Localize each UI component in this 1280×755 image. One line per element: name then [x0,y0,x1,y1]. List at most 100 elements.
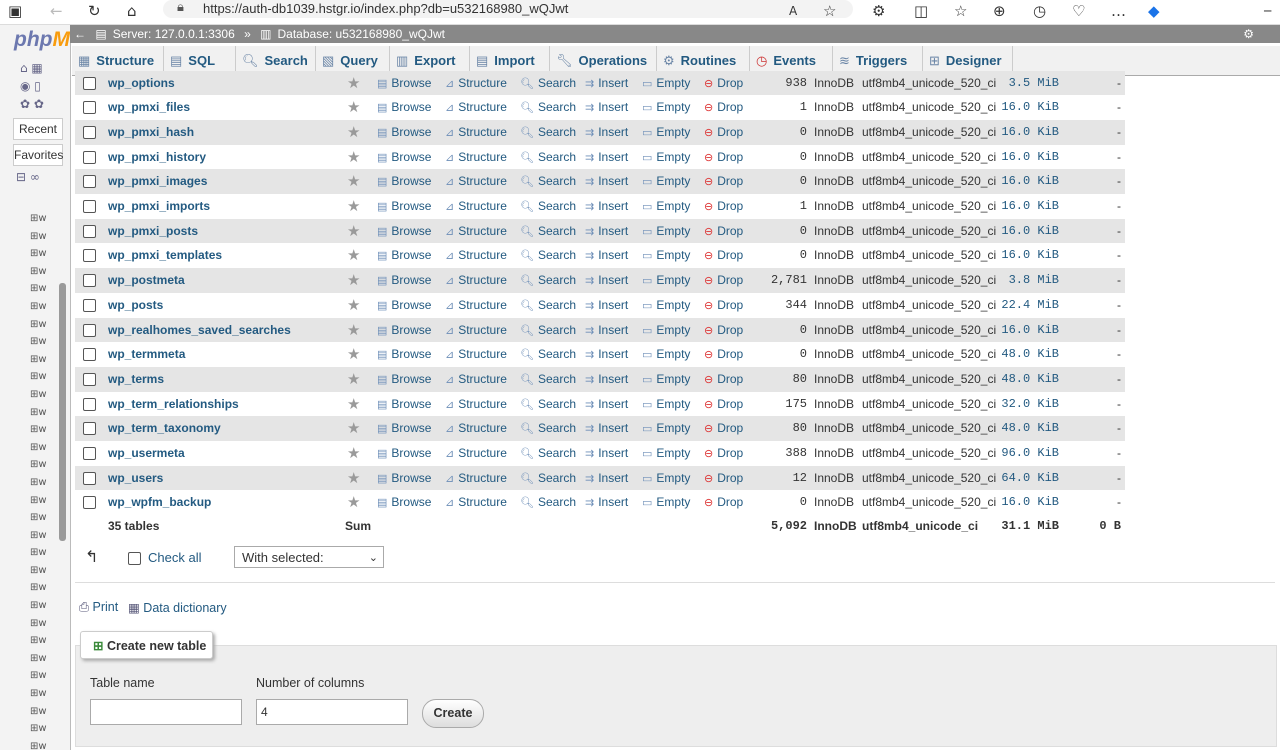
favorite-star-icon[interactable]: ★ [347,123,360,141]
collation[interactable]: utf8mb4_unicode_520_ci [862,372,996,386]
structure-action[interactable]: ⊿ Structure [445,76,507,90]
favorite-star-icon[interactable]: ★ [347,493,360,511]
insert-action[interactable]: ⇉ Insert [585,199,628,213]
favorite-star-icon[interactable]: ★ [347,345,360,363]
insert-action[interactable]: ⇉ Insert [585,248,628,262]
minimize-icon[interactable]: ─ [1264,2,1271,20]
table-size[interactable]: 16.0 KiB [1001,125,1059,139]
empty-action[interactable]: ▭ Empty [642,446,690,460]
empty-action[interactable]: ▭ Empty [642,372,690,386]
search-action[interactable]: 🔍︎ Search [520,100,576,114]
collapse-arrow-icon[interactable]: ← [74,27,86,41]
drop-action[interactable]: ⊖ Drop [704,100,743,114]
search-action[interactable]: 🔍︎ Search [520,125,576,139]
tree-item[interactable]: ⊞w [30,544,58,562]
drop-action[interactable]: ⊖ Drop [704,224,743,238]
row-checkbox[interactable] [83,150,96,164]
row-checkbox[interactable] [83,496,96,510]
table-name-input[interactable] [90,699,242,725]
favorite-star-icon[interactable]: ★ [347,246,360,264]
table-name-link[interactable]: wp_usermeta [108,446,185,460]
structure-action[interactable]: ⊿ Structure [445,421,507,435]
insert-action[interactable]: ⇉ Insert [585,76,628,90]
tree-item[interactable]: ⊞w [30,703,58,721]
browser-essentials-icon[interactable]: ♡ [1072,2,1085,20]
structure-action[interactable]: ⊿ Structure [445,446,507,460]
search-action[interactable]: 🔍︎ Search [520,323,576,337]
row-checkbox[interactable] [83,175,96,189]
collation[interactable]: utf8mb4_unicode_520_ci [862,174,996,188]
tree-item[interactable]: ⊞w [30,280,58,298]
search-action[interactable]: 🔍︎ Search [520,495,576,509]
table-size[interactable]: 16.0 KiB [1001,174,1059,188]
nav-scrollbar[interactable] [59,283,66,541]
row-checkbox[interactable] [83,249,96,263]
table-size[interactable]: 22.4 MiB [1001,298,1059,312]
tree-item[interactable]: ⊞w [30,562,58,580]
table-size[interactable]: 48.0 KiB [1001,421,1059,435]
browse-action[interactable]: ▤ Browse [377,174,431,188]
favorite-star-icon[interactable]: ★ [347,444,360,462]
collation[interactable]: utf8mb4_unicode_520_ci [862,421,996,435]
collation[interactable]: utf8mb4_unicode_520_ci [862,199,996,213]
structure-action[interactable]: ⊿ Structure [445,174,507,188]
structure-action[interactable]: ⊿ Structure [445,224,507,238]
tree-item[interactable]: ⊞w [30,351,58,369]
row-checkbox[interactable] [83,372,96,386]
insert-action[interactable]: ⇉ Insert [585,323,628,337]
collation[interactable]: utf8mb4_unicode_520_ci [862,76,996,90]
tree-item[interactable]: ⊞w [30,509,58,527]
table-size[interactable]: 16.0 KiB [1001,248,1059,262]
tree-item[interactable]: ⊞w [30,667,58,685]
favorite-star-icon[interactable]: ★ [347,321,360,339]
tree-item[interactable]: ⊞w [30,368,58,386]
insert-action[interactable]: ⇉ Insert [585,471,628,485]
browse-action[interactable]: ▤ Browse [377,372,431,386]
structure-action[interactable]: ⊿ Structure [445,273,507,287]
data-dictionary-link[interactable]: ▦ Data dictionary [128,600,227,615]
search-action[interactable]: 🔍︎ Search [520,446,576,460]
search-action[interactable]: 🔍︎ Search [520,347,576,361]
tree-item[interactable]: ⊞w [30,263,58,281]
row-checkbox[interactable] [83,274,96,288]
row-checkbox[interactable] [83,397,96,411]
print-link[interactable]: ⎙ Print [79,600,118,615]
collation[interactable]: utf8mb4_unicode_520_ci [862,100,996,114]
collation[interactable]: utf8mb4_unicode_520_ci [862,224,996,238]
search-action[interactable]: 🔍︎ Search [520,224,576,238]
empty-action[interactable]: ▭ Empty [642,150,690,164]
tree-item[interactable]: ⊞w [30,492,58,510]
table-size[interactable]: 16.0 KiB [1001,100,1059,114]
drop-action[interactable]: ⊖ Drop [704,298,743,312]
collation[interactable]: utf8mb4_unicode_520_ci [862,298,996,312]
browse-action[interactable]: ▤ Browse [377,248,431,262]
drop-action[interactable]: ⊖ Drop [704,323,743,337]
tree-item[interactable]: ⊞w [30,597,58,615]
phpmyadmin-logo[interactable]: phpM [14,28,70,52]
structure-action[interactable]: ⊿ Structure [445,347,507,361]
structure-action[interactable]: ⊿ Structure [445,199,507,213]
drop-action[interactable]: ⊖ Drop [704,76,743,90]
insert-action[interactable]: ⇉ Insert [585,224,628,238]
home-icon[interactable]: ⌂ ▦ [20,61,43,75]
tree-item[interactable]: ⊞w [30,404,58,422]
tree-item[interactable]: ⊞w [30,316,58,334]
tree-item[interactable]: ⊞w [30,228,58,246]
table-size[interactable]: 48.0 KiB [1001,372,1059,386]
browse-action[interactable]: ▤ Browse [377,125,431,139]
empty-action[interactable]: ▭ Empty [642,323,690,337]
tab-actions-icon[interactable]: ▣ [8,2,22,20]
browse-action[interactable]: ▤ Browse [377,323,431,337]
structure-action[interactable]: ⊿ Structure [445,150,507,164]
collation[interactable]: utf8mb4_unicode_520_ci [862,150,996,164]
insert-action[interactable]: ⇉ Insert [585,100,628,114]
tree-item[interactable]: ⊞w [30,439,58,457]
row-checkbox[interactable] [83,101,96,115]
table-name-link[interactable]: wp_terms [108,372,164,386]
empty-action[interactable]: ▭ Empty [642,174,690,188]
favorites-button[interactable]: Favorites [13,144,63,166]
browse-action[interactable]: ▤ Browse [377,150,431,164]
tree-item[interactable]: ⊞w [30,579,58,597]
drop-action[interactable]: ⊖ Drop [704,199,743,213]
favorite-star-icon[interactable]: ★ [347,172,360,190]
